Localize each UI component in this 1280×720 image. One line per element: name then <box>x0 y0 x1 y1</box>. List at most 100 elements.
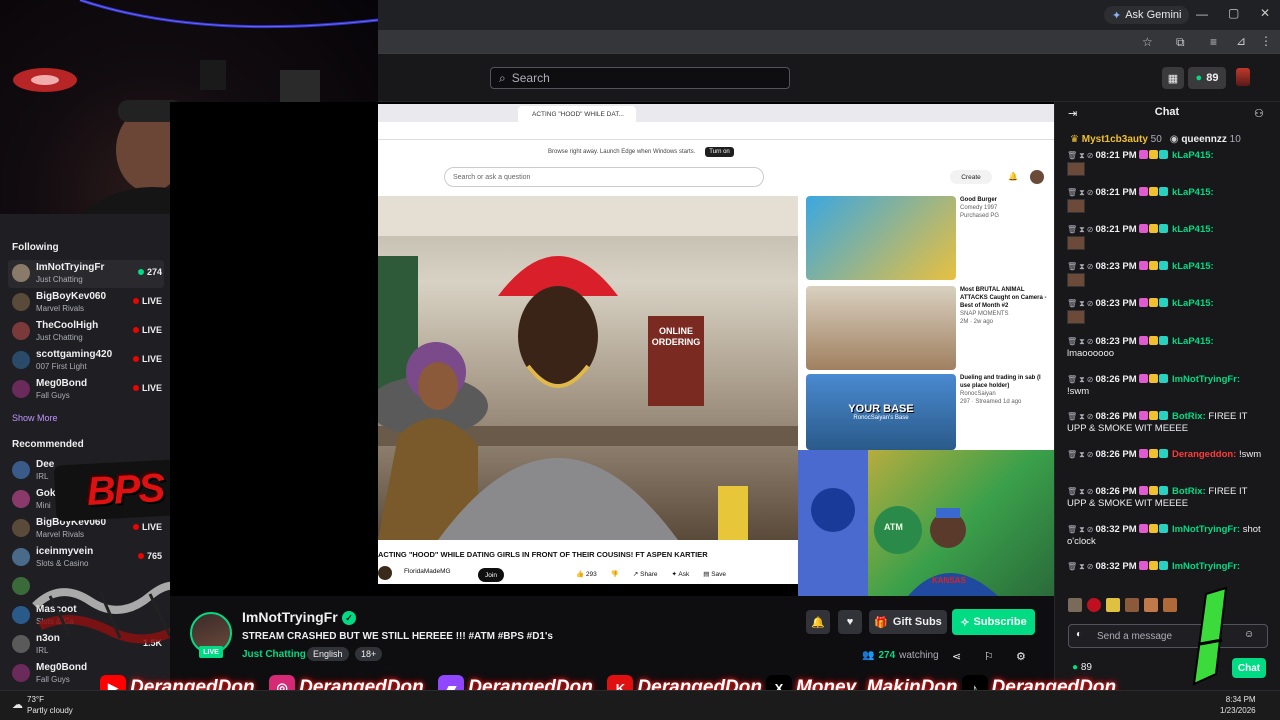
ban-icon[interactable]: ⊘ <box>1087 487 1094 496</box>
youtube-avatar[interactable] <box>1030 170 1044 184</box>
streamer-name[interactable]: ImNotTryingFr <box>242 609 338 625</box>
delete-icon[interactable]: 🗑 <box>1067 412 1077 421</box>
ban-icon[interactable]: ⊘ <box>1087 225 1094 234</box>
delete-icon[interactable]: 🗑 <box>1067 487 1077 496</box>
ban-icon[interactable]: ⊘ <box>1087 450 1094 459</box>
extensions-icon[interactable]: ⧉ <box>1176 35 1185 50</box>
channel-avatar[interactable] <box>378 566 392 580</box>
message-username[interactable]: ImNotTryingFr: <box>1172 374 1240 385</box>
bell-icon[interactable]: 🔔 <box>1008 172 1018 181</box>
youtube-channel-name[interactable]: FloridaMadeMG <box>404 568 451 575</box>
prime-loot-icon[interactable]: ▦ <box>1162 67 1184 89</box>
bits-icon[interactable]: ◐ <box>1076 629 1082 640</box>
emote-icon[interactable] <box>1144 598 1158 612</box>
timeout-icon[interactable]: ⧗ <box>1079 299 1085 308</box>
gift-subs-button[interactable]: 🎁 Gift Subs <box>869 610 947 634</box>
tag-english[interactable]: English <box>307 647 349 661</box>
maximize-icon[interactable]: ▢ <box>1228 6 1239 20</box>
join-button[interactable]: Join <box>478 568 504 582</box>
delete-icon[interactable]: 🗑 <box>1067 299 1077 308</box>
close-icon[interactable]: ✕ <box>1260 6 1270 20</box>
rec-thumbnail-1[interactable] <box>806 286 956 370</box>
ban-icon[interactable]: ⊘ <box>1087 337 1094 346</box>
minimize-icon[interactable]: — <box>1196 7 1208 21</box>
channel-points-button[interactable]: ● 89 <box>1188 67 1226 89</box>
rec-thumbnail-0[interactable] <box>806 196 956 280</box>
timeout-icon[interactable]: ⧗ <box>1079 412 1085 421</box>
emote-icon[interactable] <box>1125 598 1139 612</box>
rec-item-0[interactable]: Good Burger Comedy 1997 Purchased PG <box>960 196 1050 220</box>
ask-gemini-button[interactable]: ✦ Ask Gemini <box>1104 6 1190 24</box>
cast-icon[interactable]: ⊿ <box>1236 34 1246 48</box>
delete-icon[interactable]: 🗑 <box>1067 225 1077 234</box>
follow-heart-button[interactable]: ♥ <box>838 610 862 634</box>
ban-icon[interactable]: ⊘ <box>1087 188 1094 197</box>
user-avatar[interactable] <box>1236 68 1250 86</box>
message-username[interactable]: BotRix: <box>1172 411 1206 422</box>
dislike-icon[interactable]: 👎 <box>611 570 619 578</box>
message-username[interactable]: ImNotTryingFr: <box>1172 524 1240 535</box>
search-input[interactable]: ⌕ Search <box>490 67 790 89</box>
ban-icon[interactable]: ⊘ <box>1087 562 1094 571</box>
chat-users-icon[interactable]: ⚇ <box>1254 107 1264 120</box>
chat-input[interactable]: Send a message <box>1068 624 1268 648</box>
emote-icon[interactable] <box>1068 598 1082 612</box>
delete-icon[interactable]: 🗑 <box>1067 375 1077 384</box>
star-icon[interactable]: ☆ <box>1142 35 1153 49</box>
emote-icon[interactable] <box>1163 598 1177 612</box>
playlist-icon[interactable]: ≡ <box>1210 35 1217 49</box>
tag-18-plus[interactable]: 18+ <box>355 647 383 661</box>
youtube-search-input[interactable]: Search or ask a question <box>444 167 764 187</box>
ban-icon[interactable]: ⊘ <box>1087 412 1094 421</box>
message-username[interactable]: kLaP415: <box>1172 261 1214 272</box>
more-menu-icon[interactable]: ⋮ <box>1260 34 1272 48</box>
delete-icon[interactable]: 🗑 <box>1067 151 1077 160</box>
delete-icon[interactable]: 🗑 <box>1067 525 1077 534</box>
save-button[interactable]: ▤ Save <box>703 570 726 578</box>
delete-icon[interactable]: 🗑 <box>1067 562 1077 571</box>
timeout-icon[interactable]: ⧗ <box>1079 450 1085 459</box>
edge-turn-on-button[interactable]: Turn on <box>705 147 734 157</box>
message-username[interactable]: Derangeddon: <box>1172 449 1236 460</box>
notification-bell-button[interactable]: 🔔 <box>806 610 830 634</box>
emote-picker-icon[interactable]: ☺ <box>1244 629 1254 640</box>
settings-icon[interactable]: ⚙ <box>1016 650 1026 663</box>
message-username[interactable]: BotRix: <box>1172 486 1206 497</box>
message-username[interactable]: kLaP415: <box>1172 298 1214 309</box>
sidebar-item-following-0[interactable]: ImNotTryingFr Just Chatting 274 <box>8 260 164 288</box>
delete-icon[interactable]: 🗑 <box>1067 188 1077 197</box>
timeout-icon[interactable]: ⧗ <box>1079 562 1085 571</box>
ban-icon[interactable]: ⊘ <box>1087 525 1094 534</box>
youtube-create-button[interactable]: Create <box>950 170 992 184</box>
ban-icon[interactable]: ⊘ <box>1087 262 1094 271</box>
timeout-icon[interactable]: ⧗ <box>1079 225 1085 234</box>
heart-emote-icon[interactable] <box>1087 598 1101 612</box>
delete-icon[interactable]: 🗑 <box>1067 450 1077 459</box>
leaderboard-item[interactable]: ♛ Myst1cb3auty 50 <box>1070 134 1162 145</box>
weather-widget[interactable]: ☁ 73°F Partly cloudy <box>12 694 73 716</box>
sidebar-item-following-1[interactable]: BigBoyKev060 Marvel Rivals LIVE <box>8 289 164 317</box>
like-button[interactable]: 👍 293 <box>576 570 597 578</box>
ban-icon[interactable]: ⊘ <box>1087 299 1094 308</box>
timeout-icon[interactable]: ⧗ <box>1079 487 1085 496</box>
timeout-icon[interactable]: ⧗ <box>1079 188 1085 197</box>
timeout-icon[interactable]: ⧗ <box>1079 151 1085 160</box>
taskbar-clock[interactable]: 8:34 PM 1/23/2026 <box>1220 694 1256 716</box>
rec-item-2[interactable]: Dueling and trading in sab (I use place … <box>960 374 1050 406</box>
message-username[interactable]: kLaP415: <box>1172 150 1214 161</box>
chat-send-button[interactable]: Chat <box>1232 658 1266 678</box>
sidebar-item-following-3[interactable]: scottgaming420 007 First Light LIVE <box>8 347 164 375</box>
report-icon[interactable]: ⚐ <box>984 650 994 663</box>
message-username[interactable]: kLaP415: <box>1172 224 1214 235</box>
timeout-icon[interactable]: ⧗ <box>1079 375 1085 384</box>
delete-icon[interactable]: 🗑 <box>1067 337 1077 346</box>
show-more-link[interactable]: Show More <box>12 413 58 423</box>
inner-active-tab[interactable]: ACTING "HOOD" WHILE DAT... <box>518 106 636 122</box>
ban-icon[interactable]: ⊘ <box>1087 375 1094 384</box>
ban-icon[interactable]: ⊘ <box>1087 151 1094 160</box>
ask-button[interactable]: ✦ Ask <box>671 570 689 578</box>
sidebar-item-following-2[interactable]: TheCoolHigh Just Chatting LIVE <box>8 318 164 346</box>
stream-category-link[interactable]: Just Chatting <box>242 649 306 660</box>
youtube-video-frame[interactable]: ONLINE ORDERING <box>378 196 798 540</box>
delete-icon[interactable]: 🗑 <box>1067 262 1077 271</box>
